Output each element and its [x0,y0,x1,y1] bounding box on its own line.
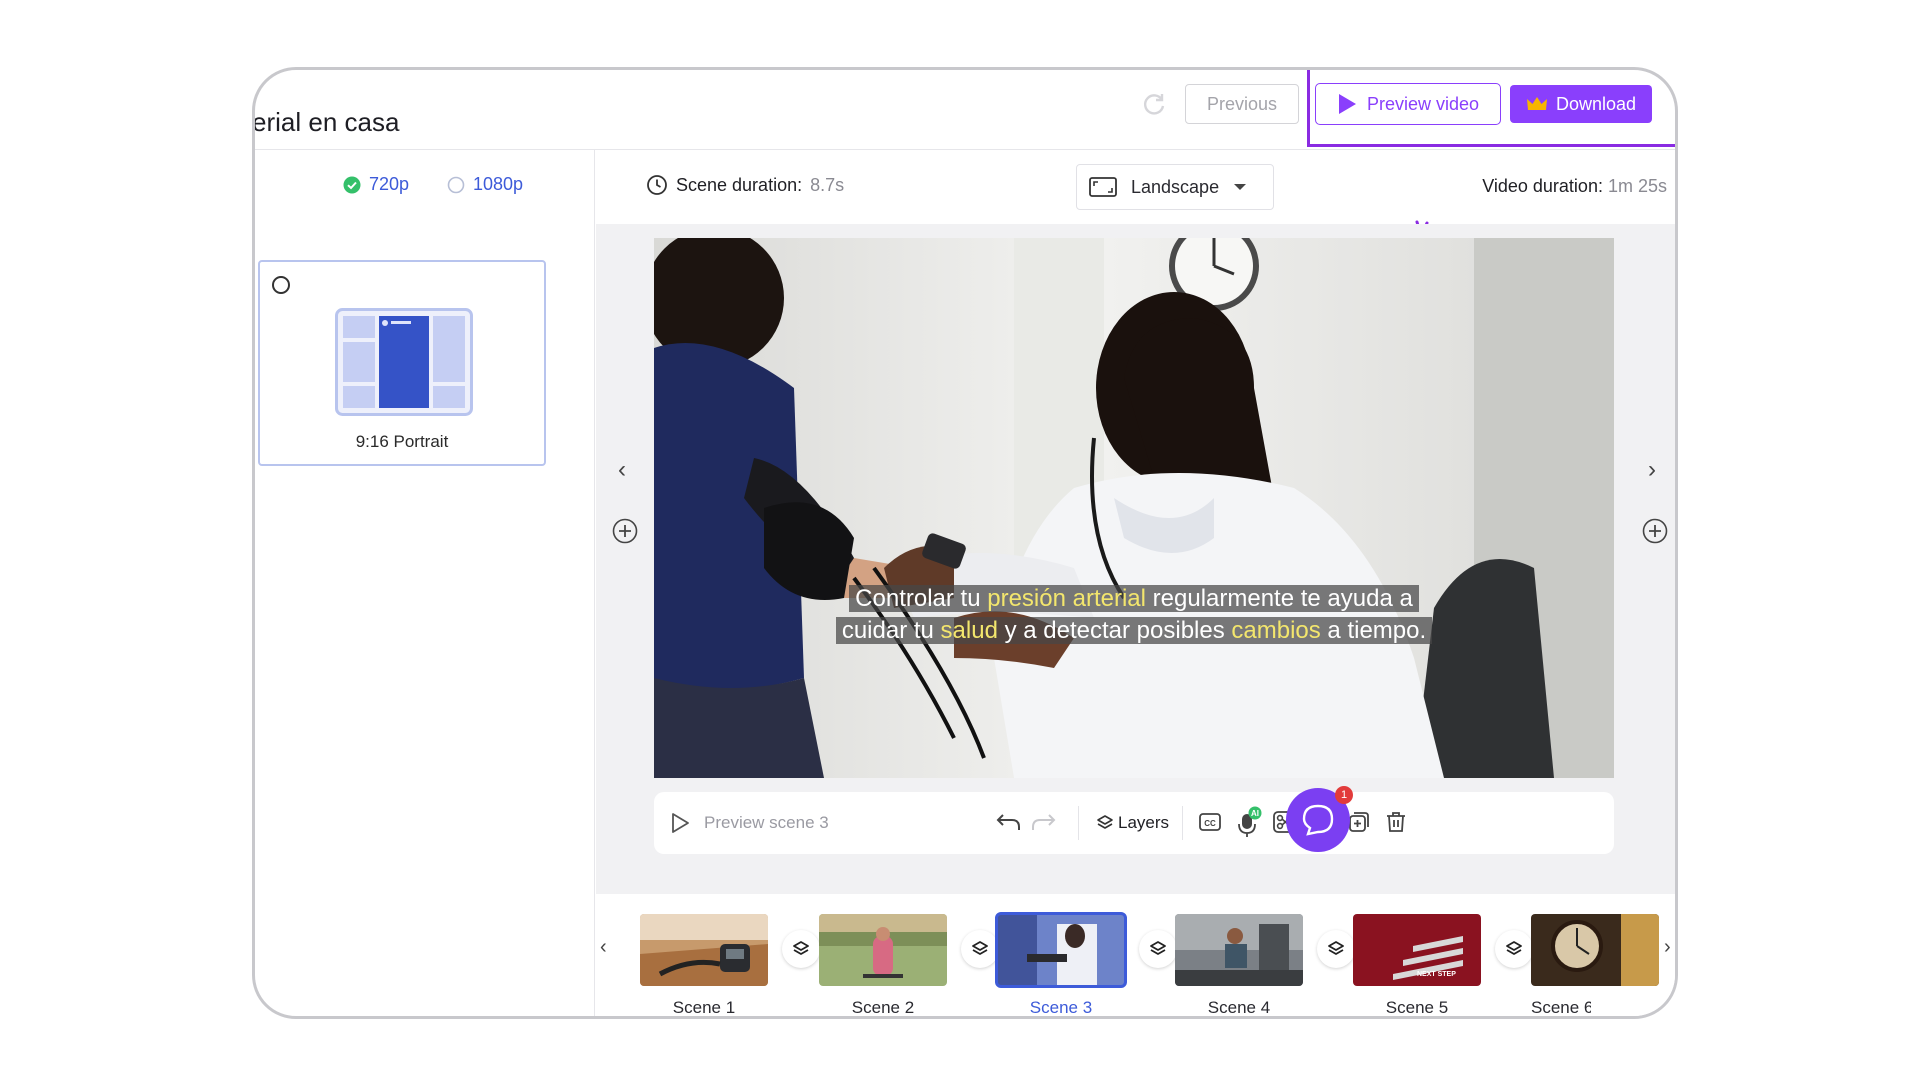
scene-toolbar: Preview scene 3 Layers CC AI [654,792,1614,854]
layers-icon [1097,815,1113,829]
previous-scene-arrow[interactable]: ‹ [618,456,626,484]
radio-icon [447,176,465,193]
portrait-format-card[interactable]: 9:16 Portrait [258,260,546,466]
scene-label-5: Scene 5 [1385,998,1449,1017]
toolbar-divider [1182,806,1183,840]
check-circle-icon [343,176,361,193]
scene-label-1: Scene 1 [672,998,736,1017]
resolution-1080p-option[interactable]: 1080p [447,174,523,195]
subtitle-highlight: cambios [1231,617,1321,644]
undo-icon[interactable] [994,812,1022,834]
scene-label-4: Scene 4 [1207,998,1271,1017]
layers-icon [793,941,809,955]
crown-icon [1526,97,1547,110]
scene-label-3: Scene 3 [1029,998,1093,1017]
subtitle-line-1[interactable]: Controlar tu presión arterial regularmen… [654,582,1614,616]
subtitle-highlight: salud [940,617,998,644]
portrait-layout-icon [335,308,473,416]
scene-thumbnail-5[interactable]: NEXT STEP [1353,914,1481,986]
ai-badge: AI [1251,809,1259,818]
top-bar: erial en casa Previous Preview video Dow… [255,70,1675,150]
trash-icon[interactable] [1384,810,1408,834]
chat-notification-badge: 1 [1335,786,1353,804]
layers-icon [1150,941,1166,955]
subtitle-text: regularmente te ayuda a [1145,585,1413,612]
play-icon [1338,94,1356,114]
landscape-icon [1089,177,1117,197]
orientation-label: Landscape [1131,176,1220,197]
scene-label-2: Scene 2 [851,998,915,1017]
svg-text:CC: CC [1204,819,1216,828]
download-label: Download [1555,93,1637,114]
captions-icon[interactable]: CC [1198,810,1222,834]
filmstrip-right-arrow[interactable]: › [1664,936,1671,959]
resolution-720p-label: 720p [369,174,410,194]
layers-label: Layers [1118,813,1170,832]
layers-icon [972,941,988,955]
video-duration-value: 1m 25s [1607,176,1667,196]
card-radio[interactable] [272,276,290,294]
add-scene-after-icon[interactable] [1642,518,1668,544]
scene-thumbnail-2[interactable] [819,914,947,986]
scene-layers-button-4[interactable] [1317,930,1355,968]
add-scene-before-icon[interactable] [612,518,638,544]
scene-header: Scene duration: 8.7s Landscape Video dur… [596,150,1675,224]
scene-layers-button-5[interactable] [1495,930,1533,968]
resolution-1080p-label: 1080p [473,174,524,194]
scene-duration: Scene duration: 8.7s [646,174,844,196]
layers-icon [1328,941,1344,955]
subtitle-text: cuidar tu [841,617,941,644]
duplicate-icon[interactable] [1347,810,1371,834]
scene5-text: NEXT STEP [1417,971,1456,978]
scene-duration-label: Scene duration: [676,174,803,195]
video-duration-label: Video duration: [1482,176,1603,196]
orientation-dropdown[interactable]: Landscape [1076,164,1274,210]
scene-preview-image[interactable]: Controlar tu presión arterial regularmen… [654,238,1614,778]
play-outline-icon [672,813,689,833]
subtitle-line-2[interactable]: cuidar tu salud y a detectar posibles ca… [654,614,1614,648]
chevron-down-icon [1234,184,1247,190]
canvas-area: ‹ › Controlar tu presión arterial regula… [596,224,1675,894]
subtitle-text: Controlar tu [855,585,988,612]
app-window: erial en casa Previous Preview video Dow… [252,67,1678,1019]
layers-icon [1506,941,1522,955]
preview-video-label: Preview video [1366,93,1480,114]
scene-label-6: Scene 6 [1531,998,1591,1017]
previous-button[interactable]: Previous [1185,84,1299,124]
subtitle-text: a tiempo. [1320,617,1427,644]
layers-button[interactable]: Layers [1096,792,1169,854]
video-duration: Video duration: 1m 25s [1482,176,1667,197]
clock-icon [647,175,667,195]
redo-icon[interactable] [1030,812,1058,834]
scene-thumbnail-3[interactable] [995,912,1127,988]
subtitle-highlight: presión arterial [987,585,1146,612]
scene-thumbnail-1[interactable] [640,914,768,986]
preview-scene-label: Preview scene 3 [704,813,829,832]
portrait-format-label: 9:16 Portrait [355,432,449,451]
filmstrip-left-arrow[interactable]: ‹ [600,936,607,959]
next-scene-arrow[interactable]: › [1648,456,1656,484]
left-panel: 720p 1080p 9:16 Portrait [255,150,595,1016]
toolbar-divider [1078,806,1079,840]
resolution-720p-option[interactable]: 720p [343,174,409,195]
refresh-icon[interactable] [1140,90,1168,118]
project-title: erial en casa [252,107,400,137]
scene-layers-button-1[interactable] [782,930,820,968]
download-button[interactable]: Download [1510,85,1652,123]
scene-filmstrip: ‹ › Scene 1 Scene 2 Scene 3 Scene 4 NEXT… [596,894,1675,1017]
preview-scene-button[interactable]: Preview scene 3 [670,792,829,854]
scene-thumbnail-4[interactable] [1175,914,1303,986]
subtitle-text: y a detectar posibles [997,617,1232,644]
ai-voice-button[interactable]: AI [1236,806,1262,838]
scene-thumbnail-6[interactable] [1531,914,1659,986]
scene-layers-button-2[interactable] [961,930,999,968]
scene-layers-button-3[interactable] [1139,930,1177,968]
doctor-patient-illustration [654,238,1614,778]
scene-duration-value: 8.7s [810,174,845,195]
microphone-icon: AI [1238,806,1262,837]
preview-video-button[interactable]: Preview video [1315,83,1501,125]
